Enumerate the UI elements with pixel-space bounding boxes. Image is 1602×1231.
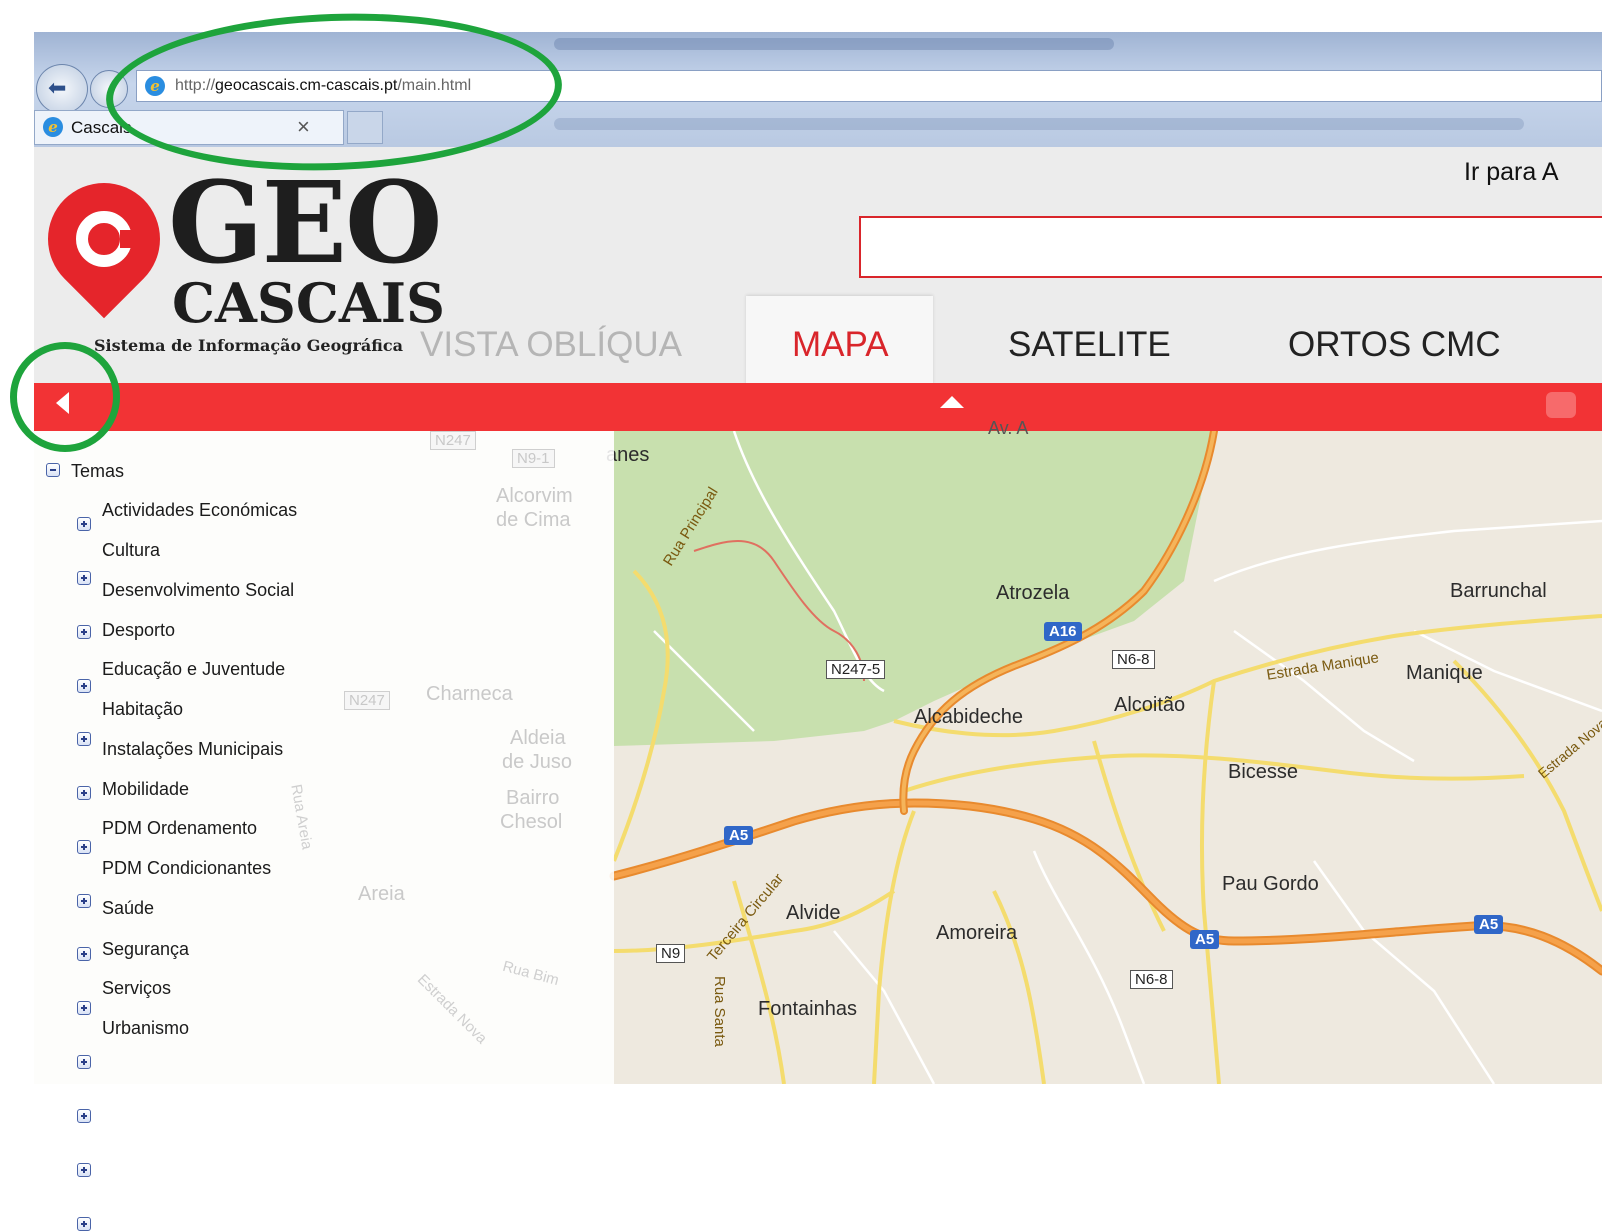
road-n6-8-north: N6-8 bbox=[1112, 650, 1155, 669]
expand-icon[interactable] bbox=[77, 625, 91, 639]
tree-item-cultura[interactable]: Cultura bbox=[102, 540, 160, 561]
faded-areia: Areia bbox=[358, 883, 405, 905]
panel-toolbar bbox=[34, 383, 1602, 431]
expand-icon[interactable] bbox=[77, 786, 91, 800]
tree-item-servicos[interactable]: Serviços bbox=[102, 978, 171, 999]
tree-item-habitacao[interactable]: Habitação bbox=[102, 699, 183, 720]
expand-icon[interactable] bbox=[77, 1163, 91, 1177]
tree-item-seguranca[interactable]: Segurança bbox=[102, 939, 189, 960]
expand-icon[interactable] bbox=[77, 1055, 91, 1069]
faded-road-n9-1: N9-1 bbox=[512, 449, 555, 468]
faded-alcorvim: Alcorvim bbox=[496, 485, 573, 507]
tree-item-actividades-economicas[interactable]: Actividades Económicas bbox=[102, 500, 297, 521]
logo-c-notch bbox=[120, 230, 138, 248]
tree-item-pdm-ordenamento[interactable]: PDM Ordenamento bbox=[102, 818, 257, 839]
tab-vista-obliqua[interactable]: VISTA OBLÍQUA bbox=[420, 325, 682, 365]
expand-icon[interactable] bbox=[77, 840, 91, 854]
tab-mapa[interactable]: MAPA bbox=[792, 325, 889, 365]
tree-item-instalacoes-municipais[interactable]: Instalações Municipais bbox=[102, 739, 283, 760]
tree-item-saude[interactable]: Saúde bbox=[102, 898, 154, 919]
tree-item-desenvolvimento-social[interactable]: Desenvolvimento Social bbox=[102, 580, 294, 601]
goto-label: Ir para A bbox=[1464, 158, 1559, 186]
faded-street-rua-bim: Rua Bim bbox=[500, 957, 561, 990]
map-label-alcabideche: Alcabideche bbox=[914, 706, 1023, 728]
faded-road-n247-b: N247 bbox=[344, 691, 390, 710]
faded-aldeia: Aldeia bbox=[510, 727, 566, 749]
tab-satelite[interactable]: SATELITE bbox=[1008, 325, 1171, 365]
expand-icon[interactable] bbox=[77, 1001, 91, 1015]
expand-icon[interactable] bbox=[77, 1109, 91, 1123]
map-label-atrozela: Atrozela bbox=[996, 582, 1070, 604]
tree-item-pdm-condicionantes[interactable]: PDM Condicionantes bbox=[102, 858, 271, 879]
tree-item-educacao-juventude[interactable]: Educação e Juventude bbox=[102, 659, 285, 680]
tree-item-desporto[interactable]: Desporto bbox=[102, 620, 175, 641]
expand-icon[interactable] bbox=[77, 517, 91, 531]
logo-subtitle: Sistema de Informação Geográfica bbox=[94, 336, 404, 355]
search-input[interactable] bbox=[859, 216, 1602, 278]
toolbar-blur bbox=[554, 118, 1524, 130]
faded-bairro: Bairro bbox=[506, 787, 560, 809]
back-button[interactable]: ⬅ bbox=[36, 64, 88, 114]
map-label-bicesse: Bicesse bbox=[1228, 761, 1299, 783]
faded-street-estrada-nova: Estrada Nova bbox=[413, 971, 491, 1048]
shield-a16: A16 bbox=[1044, 622, 1082, 641]
map-label-fontainhas: Fontainhas bbox=[758, 998, 857, 1020]
tree-item-mobilidade[interactable]: Mobilidade bbox=[102, 779, 189, 800]
shield-a5-center: A5 bbox=[1190, 930, 1220, 949]
faded-chesol: Chesol bbox=[500, 811, 563, 833]
shield-a5-west: A5 bbox=[724, 826, 754, 845]
road-n247-5: N247-5 bbox=[826, 660, 886, 679]
map-label-barrunchal: Barrunchal bbox=[1450, 580, 1547, 602]
faded-de-juso: de Juso bbox=[502, 751, 573, 773]
logo-geo-text[interactable]: GEO bbox=[168, 168, 443, 280]
road-n9: N9 bbox=[656, 944, 686, 963]
themes-sidebar: N247 N9-1 N247 Alcorvim de Cima Charneca… bbox=[34, 431, 614, 1231]
expand-header-icon[interactable] bbox=[940, 396, 964, 408]
map-label-amoreira: Amoreira bbox=[936, 922, 1018, 944]
logo-cascais-text: CASCAIS bbox=[172, 271, 446, 335]
street-rua-santa: Rua Santa bbox=[711, 976, 728, 1047]
expand-icon[interactable] bbox=[77, 1217, 91, 1231]
street-penha-longa: Av. A bbox=[988, 418, 1029, 438]
map-label-manique: Manique bbox=[1406, 662, 1483, 684]
expand-icon[interactable] bbox=[77, 947, 91, 961]
collapse-tree-icon[interactable] bbox=[46, 463, 60, 477]
faded-road-n247: N247 bbox=[430, 431, 476, 450]
map-label-pau-gordo: Pau Gordo bbox=[1222, 873, 1319, 895]
tab-ortos-cmc[interactable]: ORTOS CMC bbox=[1288, 325, 1501, 365]
expand-icon[interactable] bbox=[77, 732, 91, 746]
ie-tab-icon: e bbox=[43, 117, 63, 137]
faded-street-rua-areia: Rua Areia bbox=[287, 783, 316, 851]
map-label-alcoitao: Alcoitão bbox=[1114, 694, 1186, 716]
annotation-ring-collapse bbox=[10, 342, 120, 452]
faded-de-cima: de Cima bbox=[496, 509, 571, 531]
close-icon[interactable] bbox=[1546, 392, 1576, 418]
faded-charneca: Charneca bbox=[426, 683, 513, 705]
tree-root-temas[interactable]: Temas bbox=[71, 461, 124, 482]
expand-icon[interactable] bbox=[77, 679, 91, 693]
expand-icon[interactable] bbox=[77, 894, 91, 908]
back-arrow-icon: ⬅ bbox=[48, 75, 67, 100]
road-n6-8-south: N6-8 bbox=[1130, 970, 1173, 989]
shield-a5-east: A5 bbox=[1474, 915, 1504, 934]
window-title-blur bbox=[554, 38, 1114, 50]
tree-item-urbanismo[interactable]: Urbanismo bbox=[102, 1018, 189, 1039]
map-label-alvide: Alvide bbox=[786, 902, 841, 924]
expand-icon[interactable] bbox=[77, 571, 91, 585]
